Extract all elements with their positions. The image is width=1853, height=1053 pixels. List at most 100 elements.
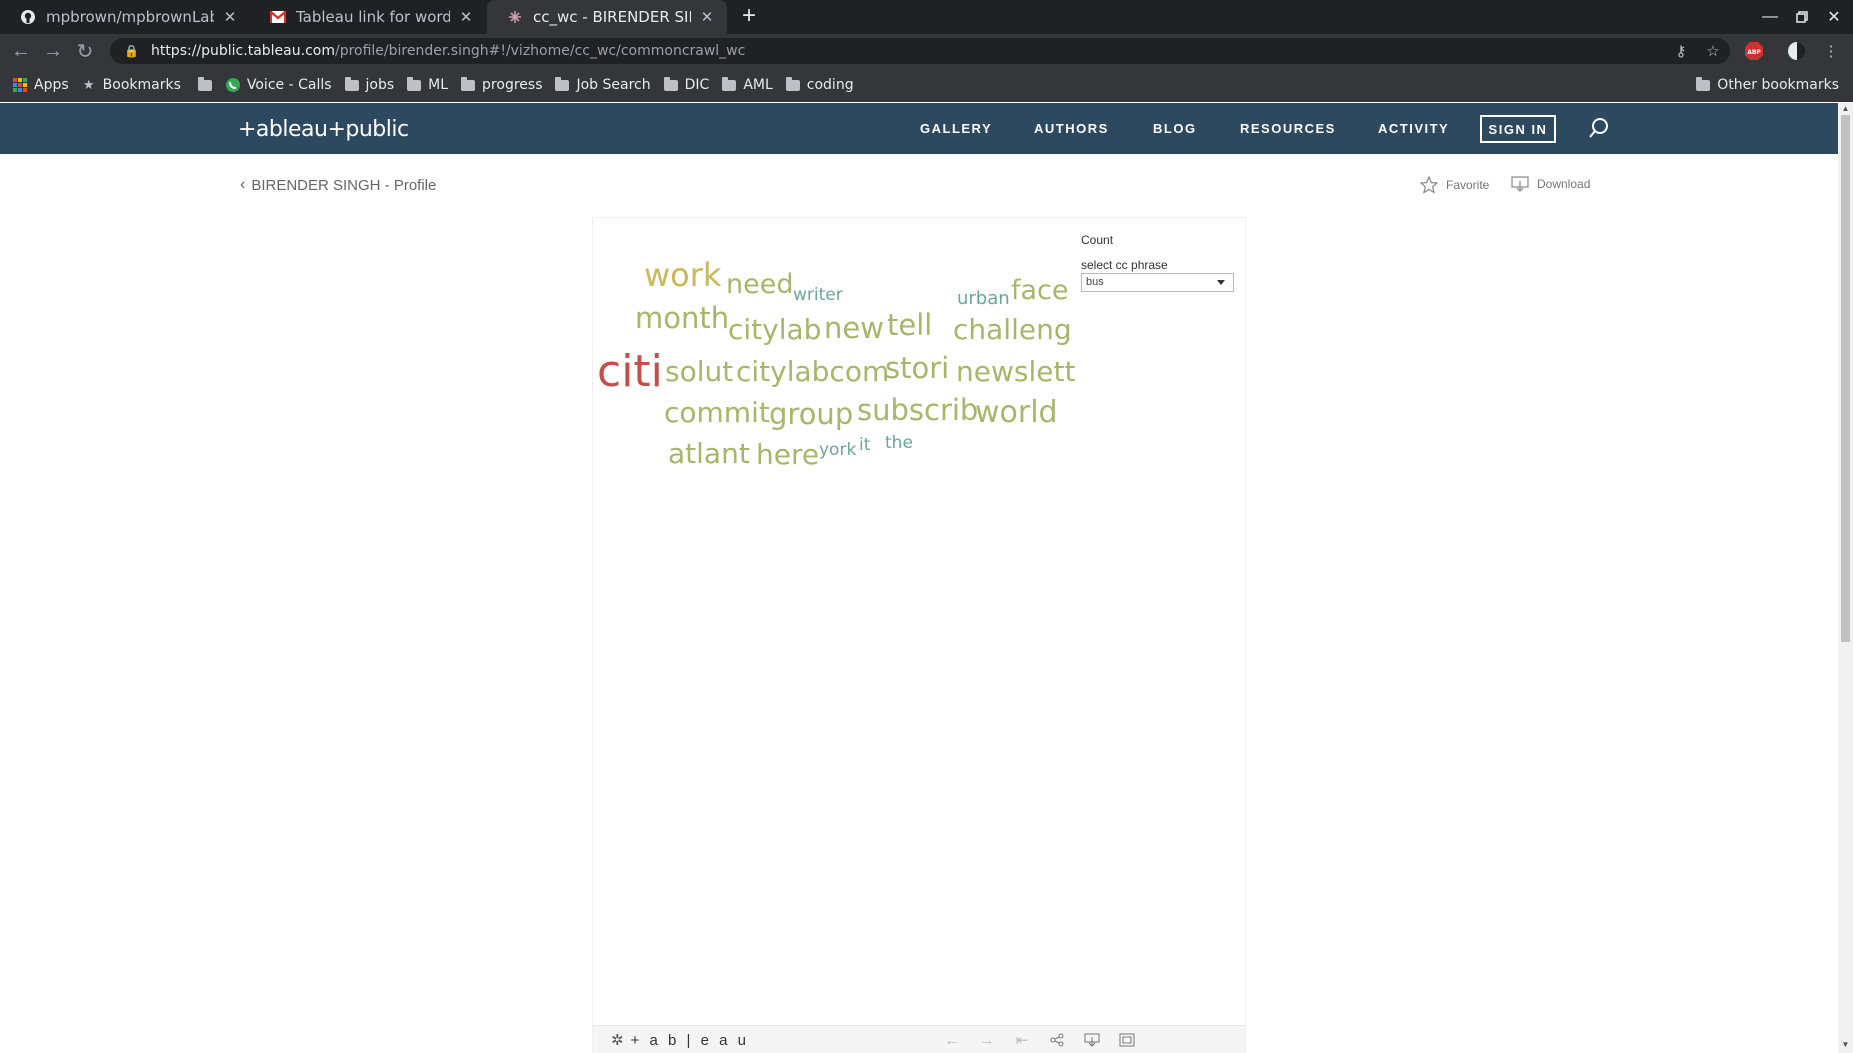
close-window-icon[interactable]: ✕: [1819, 0, 1849, 34]
menu-kebab-icon[interactable]: ⋮: [1818, 38, 1844, 64]
browser-tab-strip: mpbrown/mpbrownLab2 ✕ Tableau link for w…: [0, 0, 1853, 34]
back-to-profile-link[interactable]: ‹ BIRENDER SINGH - Profile: [240, 176, 436, 194]
filter-label: select cc phrase: [1081, 258, 1168, 272]
browser-toolbar: ← → ↻ 🔒 https://public.tableau.com/profi…: [0, 34, 1853, 68]
folder-icon: [663, 76, 679, 93]
browser-tab-active[interactable]: cc_wc - BIRENDER SINGH ✕: [487, 0, 727, 34]
browser-tab[interactable]: mpbrown/mpbrownLab2 ✕: [0, 0, 250, 34]
legend-title: Count: [1081, 233, 1114, 247]
minimize-icon[interactable]: —: [1755, 0, 1785, 34]
download-button[interactable]: Download: [1511, 176, 1590, 192]
bookmark-job-search[interactable]: Job Search: [554, 76, 651, 93]
folder-icon: [554, 76, 570, 93]
bookmark-coding[interactable]: coding: [785, 76, 854, 93]
key-icon[interactable]: ⚷: [1668, 38, 1694, 64]
cloud-word[interactable]: the: [885, 435, 913, 452]
nav-resources[interactable]: RESOURCES: [1240, 121, 1336, 136]
cloud-word[interactable]: new: [824, 314, 884, 343]
close-tab-icon[interactable]: ✕: [458, 8, 474, 26]
bookmark-folder[interactable]: [197, 76, 219, 93]
cloud-word[interactable]: stori: [885, 354, 949, 383]
browser-tab[interactable]: Tableau link for wordcou ✕: [250, 0, 486, 34]
bookmark-other[interactable]: Other bookmarks: [1695, 76, 1839, 93]
cloud-word[interactable]: challeng: [953, 316, 1072, 344]
nav-authors[interactable]: AUTHORS: [1034, 121, 1109, 136]
download-icon[interactable]: [1081, 1030, 1103, 1050]
redo-icon[interactable]: →: [976, 1030, 998, 1050]
chevron-left-icon: ‹: [240, 176, 246, 193]
folder-icon: [460, 76, 476, 93]
cloud-word[interactable]: york: [819, 442, 856, 459]
close-tab-icon[interactable]: ✕: [699, 8, 715, 26]
cloud-word[interactable]: subscrib: [857, 396, 978, 425]
cloud-word[interactable]: writer: [793, 287, 843, 304]
cloud-word[interactable]: urban: [957, 290, 1010, 308]
folder-icon: [721, 76, 737, 93]
cloud-word[interactable]: group: [769, 400, 853, 429]
cloud-word[interactable]: citi: [597, 350, 663, 394]
tableau-public-logo[interactable]: +ableau+public: [238, 117, 409, 142]
forward-icon[interactable]: →: [40, 38, 66, 64]
url-path: /profile/birender.singh#!/vizhome/cc_wc/…: [334, 43, 746, 59]
cloud-word[interactable]: work: [644, 259, 721, 291]
maximize-icon[interactable]: [1787, 0, 1817, 34]
bookmark-dic[interactable]: DIC: [663, 76, 709, 93]
revert-icon[interactable]: ⇤: [1011, 1030, 1033, 1050]
bookmark-progress[interactable]: progress: [460, 76, 542, 93]
tableau-footer-logo[interactable]: ✲ + a b | e a u: [611, 1031, 749, 1050]
cloud-word[interactable]: world: [975, 398, 1058, 428]
share-icon[interactable]: [1046, 1030, 1068, 1050]
close-tab-icon[interactable]: ✕: [222, 8, 238, 26]
new-tab-button[interactable]: +: [736, 4, 762, 30]
reload-icon[interactable]: ↻: [72, 38, 98, 64]
apps-grid-icon: [12, 77, 28, 93]
sign-in-button[interactable]: SIGN IN: [1480, 115, 1556, 143]
bookmark-bookmarks[interactable]: ★ Bookmarks: [81, 77, 181, 93]
nav-blog[interactable]: BLOG: [1153, 121, 1197, 136]
viz-toolbar: ✲ + a b | e a u ← → ⇤: [593, 1025, 1245, 1053]
cloud-word[interactable]: it: [859, 437, 870, 454]
chevron-down-icon: [1217, 280, 1225, 285]
scroll-down-icon[interactable]: ▼: [1838, 1040, 1853, 1052]
nav-activity[interactable]: ACTIVITY: [1378, 121, 1449, 136]
cloud-word[interactable]: citylabcom: [736, 358, 889, 386]
bookmark-star-icon[interactable]: ☆: [1700, 38, 1726, 64]
bookmark-jobs[interactable]: jobs: [344, 76, 394, 93]
fullscreen-icon[interactable]: [1116, 1030, 1138, 1050]
address-bar[interactable]: 🔒 https://public.tableau.com/profile/bir…: [110, 38, 1730, 64]
lock-icon: 🔒: [124, 44, 139, 58]
back-icon[interactable]: ←: [8, 38, 34, 64]
folder-icon: [785, 76, 801, 93]
adblock-icon[interactable]: ABP: [1741, 38, 1767, 64]
cloud-word[interactable]: commit: [664, 399, 770, 427]
cloud-word[interactable]: citylab: [728, 316, 821, 344]
bookmark-aml[interactable]: AML: [721, 76, 773, 93]
tab-title: cc_wc - BIRENDER SINGH: [533, 8, 691, 26]
cloud-word[interactable]: tell: [887, 311, 932, 340]
scrollbar-thumb[interactable]: [1841, 115, 1850, 642]
cloud-word[interactable]: face: [1011, 277, 1069, 304]
back-link-label: BIRENDER SINGH - Profile: [251, 176, 437, 194]
bookmark-apps[interactable]: Apps: [12, 77, 69, 93]
tableau-mark-icon: ✲: [611, 1032, 627, 1049]
bookmark-voice-calls[interactable]: Voice - Calls: [225, 77, 332, 93]
nav-gallery[interactable]: GALLERY: [920, 121, 992, 136]
folder-icon: [406, 76, 422, 93]
cloud-word[interactable]: atlant: [668, 440, 750, 468]
undo-icon[interactable]: ←: [941, 1030, 963, 1050]
phrase-filter-dropdown[interactable]: bus: [1081, 273, 1234, 292]
gmail-icon: [270, 9, 286, 25]
search-icon[interactable]: [1588, 117, 1610, 139]
favorite-button[interactable]: Favorite: [1420, 176, 1489, 194]
cloud-word[interactable]: here: [756, 441, 819, 469]
cloud-word[interactable]: need: [726, 271, 793, 298]
tab-title: mpbrown/mpbrownLab2: [46, 8, 214, 26]
bookmarks-bar: Apps ★ Bookmarks Voice - Calls jobs ML p…: [0, 68, 1853, 102]
bookmark-ml[interactable]: ML: [406, 76, 448, 93]
svg-text:ABP: ABP: [1747, 49, 1761, 56]
cloud-word[interactable]: newslett: [956, 358, 1075, 386]
cloud-word[interactable]: month: [635, 304, 729, 333]
cloud-word[interactable]: solut: [665, 358, 733, 386]
profile-avatar-icon[interactable]: [1784, 38, 1810, 64]
star-icon: ★: [82, 77, 95, 93]
